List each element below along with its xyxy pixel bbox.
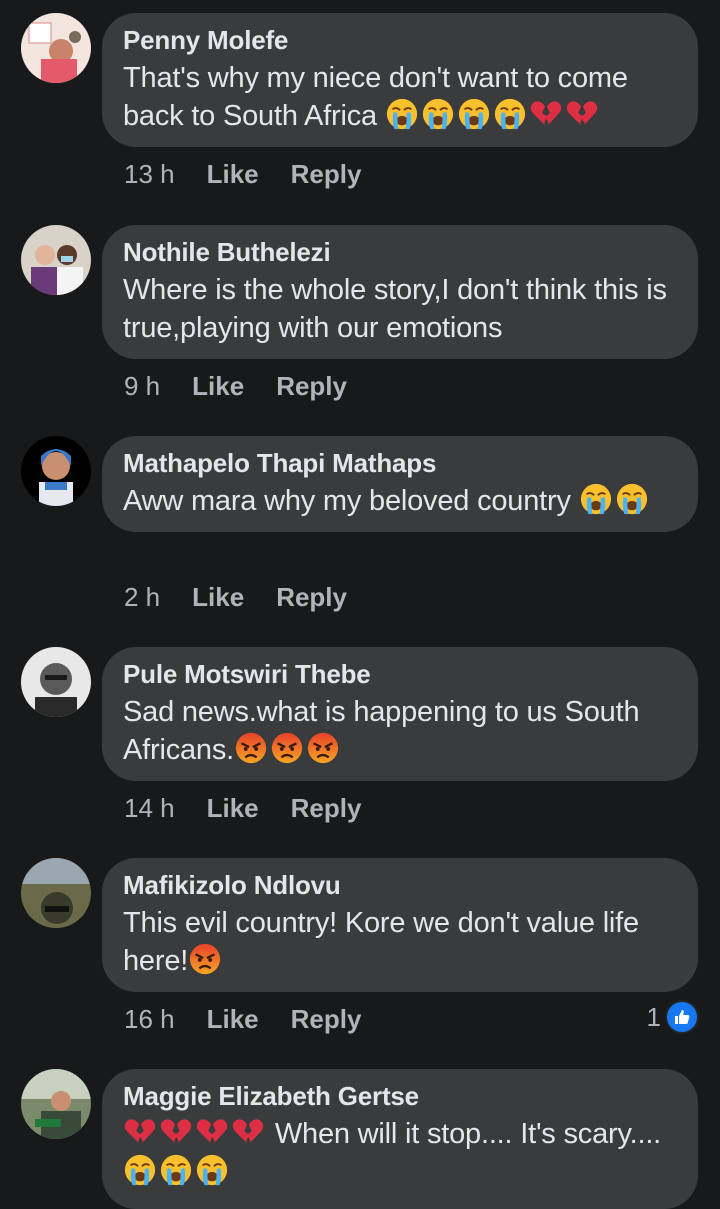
broken-heart-icon [159,1115,193,1149]
comment-author[interactable]: Nothile Buthelezi [123,237,676,267]
comment-bubble: Mafikizolo Ndlovu This evil country! Kor… [102,858,698,992]
angry-face-icon [188,942,222,976]
angry-face-icon [270,731,304,765]
broken-heart-icon [195,1115,229,1149]
reply-button[interactable]: Reply [291,1004,362,1034]
avatar[interactable] [21,858,91,928]
comment-author[interactable]: Mafikizolo Ndlovu [123,870,676,900]
reaction-count-number: 1 [646,1001,661,1032]
comment-time[interactable]: 13 h [124,159,175,189]
comment-text: When will it stop.... It's scary.... [123,1115,676,1191]
crying-face-icon [195,1153,229,1187]
reply-button[interactable]: Reply [291,793,362,823]
comment-time[interactable]: 16 h [124,1004,175,1034]
comment-actions: 14 h Like Reply [124,793,393,823]
comment-actions: 13 h Like Reply [124,159,393,189]
comment-time[interactable]: 9 h [124,371,160,401]
comment-body: Sad news.what is happening to us South A… [123,696,640,766]
crying-face-icon [123,1153,157,1187]
comment-text: Aww mara why my beloved country [123,482,676,520]
crying-face-icon [579,482,613,516]
reply-button[interactable]: Reply [276,371,347,401]
comment-time[interactable]: 2 h [124,582,160,612]
avatar[interactable] [21,1069,91,1139]
avatar[interactable] [21,647,91,717]
broken-heart-icon [231,1115,265,1149]
broken-heart-icon [529,97,563,131]
crying-face-icon [385,97,419,131]
like-button[interactable]: Like [192,582,244,612]
crying-face-icon [615,482,649,516]
comment-bubble: Mathapelo Thapi Mathaps Aww mara why my … [102,436,698,532]
comment-bubble: Pule Motswiri Thebe Sad news.what is hap… [102,647,698,781]
broken-heart-icon [565,97,599,131]
comment-actions: 2 h Like Reply [124,582,379,612]
comment-bubble: Nothile Buthelezi Where is the whole sto… [102,225,698,359]
reply-button[interactable]: Reply [291,159,362,189]
crying-face-icon [421,97,455,131]
comment-actions: 9 h Like Reply [124,371,379,401]
like-thumb-icon [665,1000,699,1034]
crying-face-icon [159,1153,193,1187]
angry-face-icon [306,731,340,765]
comment-bubble: Penny Molefe That's why my niece don't w… [102,13,698,147]
like-button[interactable]: Like [207,793,259,823]
avatar[interactable] [21,13,91,83]
angry-face-icon [234,731,268,765]
comment-text: Sad news.what is happening to us South A… [123,693,676,769]
comment-text: That's why my niece don't want to come b… [123,59,676,135]
comment-body: When will it stop.... It's scary.... [274,1118,662,1150]
comment-text: This evil country! Kore we don't value l… [123,904,676,980]
comment-time[interactable]: 14 h [124,793,175,823]
broken-heart-icon [123,1115,157,1149]
reaction-count[interactable]: 1 [647,1000,699,1034]
comment-author[interactable]: Penny Molefe [123,25,676,55]
comment-bubble: Maggie Elizabeth Gertse When will it sto… [102,1069,698,1209]
like-button[interactable]: Like [207,159,259,189]
avatar[interactable] [21,225,91,295]
avatar[interactable] [21,436,91,506]
comment-author[interactable]: Pule Motswiri Thebe [123,659,676,689]
comment-body: Aww mara why my beloved country [123,485,571,517]
reply-button[interactable]: Reply [276,582,347,612]
like-button[interactable]: Like [192,371,244,401]
crying-face-icon [457,97,491,131]
comment-body: Where is the whole story,I don't think t… [123,274,667,344]
comment-author[interactable]: Mathapelo Thapi Mathaps [123,448,676,478]
comment-author[interactable]: Maggie Elizabeth Gertse [123,1081,676,1111]
like-button[interactable]: Like [207,1004,259,1034]
crying-face-icon [493,97,527,131]
comment-actions: 16 h Like Reply [124,1004,393,1034]
